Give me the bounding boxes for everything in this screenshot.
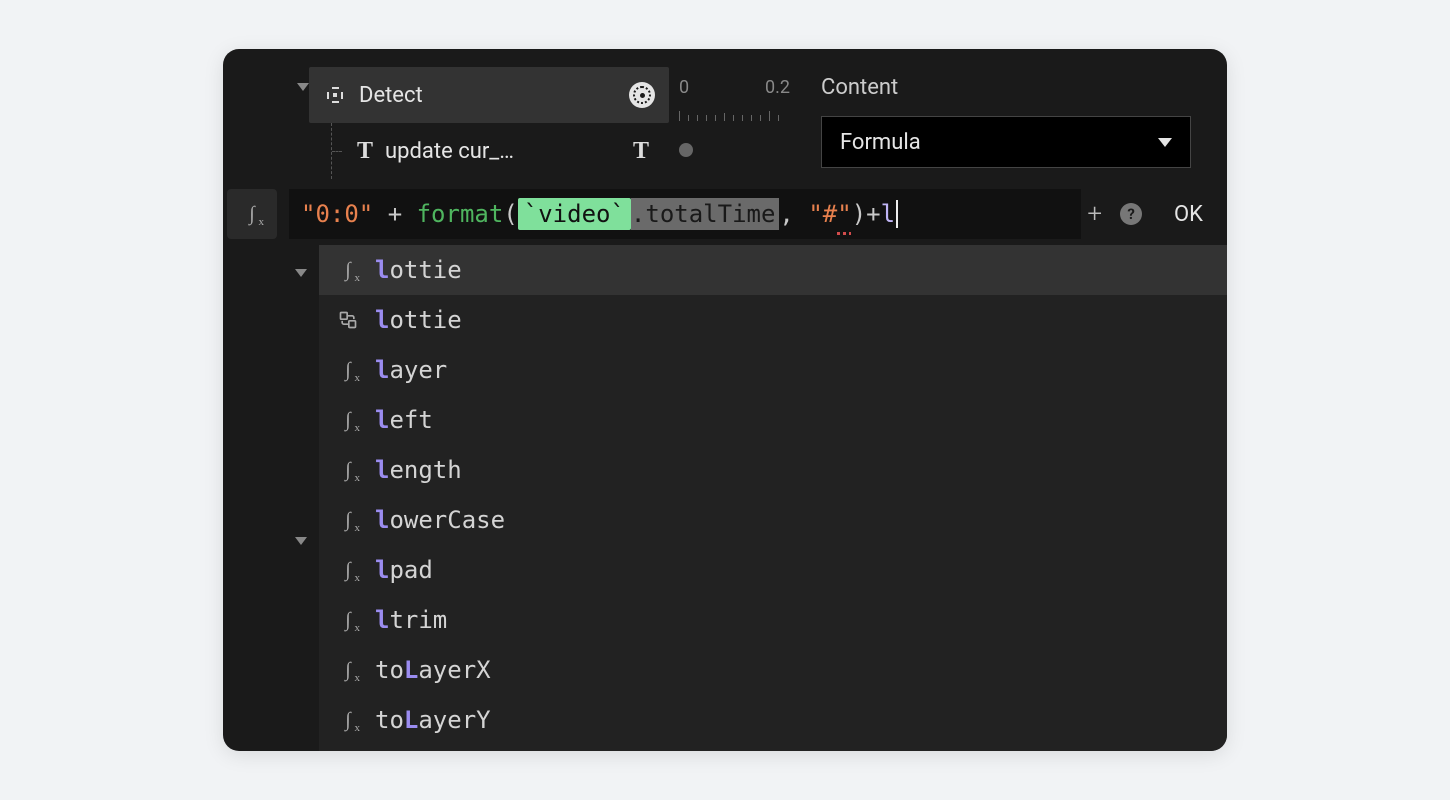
fx-icon: ∫ [337,259,359,282]
autocomplete-item-label: lowerCase [375,506,505,534]
text-cursor-icon [896,200,898,228]
ruler-tick-02: 0.2 [765,77,790,98]
detect-icon [323,83,347,107]
properties-column: Content Formula [799,67,1227,168]
chevron-down-icon [1158,138,1172,147]
autocomplete-item[interactable]: lottie [319,295,1227,345]
editor-panel: Detect T update cur_… T 0 0.2 [223,49,1227,751]
fx-icon: ∫ [337,459,359,482]
autocomplete-item-label: length [375,456,462,484]
side-arrows [295,269,307,545]
formula-token: "0:0" [301,200,373,228]
autocomplete-item-label: lottie [375,306,462,334]
keyframe-dot[interactable] [679,143,693,157]
autocomplete-item[interactable]: ∫ lottie [319,245,1227,295]
left-gutter [223,67,309,91]
autocomplete-item[interactable]: ∫ toLayerY [319,695,1227,745]
autocomplete-item-label: layer [375,356,447,384]
autocomplete-item[interactable]: ∫ length [319,445,1227,495]
autocomplete-item-label: left [375,406,433,434]
fx-icon: ∫ [337,509,359,532]
ruler-tick-0: 0 [679,77,689,98]
autocomplete-item[interactable]: ∫ lowerCase [319,495,1227,545]
autocomplete-item-label: lpad [375,556,433,584]
fx-icon: ∫ [337,559,359,582]
content-type-dropdown[interactable]: Formula [821,116,1191,168]
formula-bar: ∫ "0:0" + format ( `video`.totalTime , "… [223,185,1227,243]
layer-detect-row[interactable]: Detect [309,67,669,123]
autocomplete-item[interactable]: ∫ lpad [319,545,1227,595]
help-button[interactable]: ? [1120,203,1142,225]
text-layer-icon: T [357,138,373,165]
ok-button[interactable]: OK [1160,202,1217,227]
layer-sub-label: update cur_… [385,139,621,164]
dropdown-value: Formula [840,130,921,155]
formula-token: "#" [808,200,851,228]
autocomplete-item[interactable]: ∫ left [319,395,1227,445]
timeline-column: 0 0.2 [669,67,799,157]
fx-icon: ∫ [337,659,359,682]
autocomplete-item-label: lottie [375,256,462,284]
timeline-ruler[interactable]: 0 0.2 [669,77,799,123]
fx-icon: ∫ [337,709,359,732]
formula-token: format [417,200,504,228]
formula-token: .totalTime [631,198,780,230]
layer-sub-row[interactable]: T update cur_… T [309,123,669,179]
add-formula-button[interactable]: + [1087,199,1102,229]
top-bar: Detect T update cur_… T 0 0.2 [223,49,1227,179]
error-squiggle-icon [837,232,851,235]
autocomplete-popup: ∫ lottie lottie ∫ layer ∫ left ∫ length ∫ lowerCas… [319,245,1227,751]
text-type-icon: T [633,138,649,165]
formula-token: + [866,200,880,228]
fx-icon: ∫ [241,203,263,226]
autocomplete-item[interactable]: ∫ ltrim [319,595,1227,645]
fx-icon: ∫ [337,409,359,432]
fx-icon: ∫ [337,609,359,632]
autocomplete-item[interactable]: ∫ toLayerX [319,645,1227,695]
autocomplete-item-label: toLayerY [375,706,491,734]
fx-icon: ∫ [337,359,359,382]
formula-token: + [373,200,416,228]
formula-token: l [881,200,895,228]
reel-icon[interactable] [629,82,655,108]
layer-detect-label: Detect [359,83,617,108]
autocomplete-item[interactable]: ∫ layer [319,345,1227,395]
autocomplete-item-label: ltrim [375,606,447,634]
collapse-arrow-icon[interactable] [295,537,307,545]
formula-token: `video` [518,198,631,230]
formula-token: , [779,200,808,228]
component-icon [337,310,359,330]
collapse-arrow-icon[interactable] [295,269,307,277]
formula-actions: + ? OK [1087,199,1227,229]
autocomplete-item-label: toLayerX [375,656,491,684]
ruler-ticks [679,109,799,121]
layers-column: Detect T update cur_… T [309,67,669,179]
formula-token: ( [503,200,517,228]
tree-guide-icon [331,123,345,179]
formula-token: ) [852,200,866,228]
collapse-arrow-icon[interactable] [297,83,309,91]
formula-mode-button[interactable]: ∫ [227,189,277,239]
formula-input[interactable]: "0:0" + format ( `video`.totalTime , "#"… [289,189,1081,239]
properties-section-label: Content [821,75,1211,100]
